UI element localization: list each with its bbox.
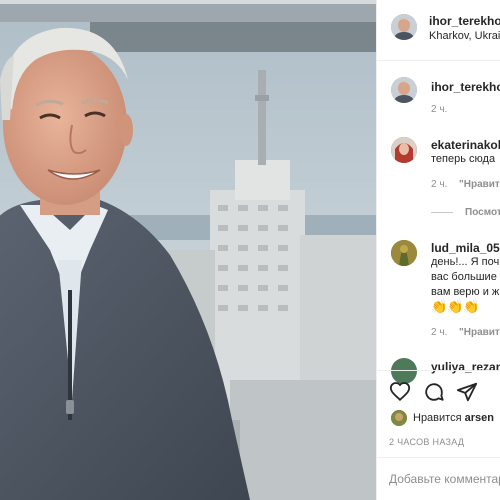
view-replies-line bbox=[431, 212, 453, 213]
comment-time[interactable]: 2 ч. bbox=[431, 327, 447, 338]
post-date[interactable]: 2 ЧАСОВ НАЗАД bbox=[389, 437, 464, 447]
caption-author-avatar[interactable] bbox=[391, 77, 417, 103]
author-avatar[interactable] bbox=[391, 14, 417, 40]
avatar-image bbox=[391, 240, 417, 266]
likes-label: Нравится bbox=[413, 412, 462, 424]
speech-bubble-icon[interactable] bbox=[423, 381, 445, 403]
comment-text: теперь сюда bbox=[431, 153, 496, 165]
post-location[interactable]: Kharkov, Ukraine bbox=[429, 30, 500, 42]
comment-avatar[interactable] bbox=[391, 137, 417, 163]
comment-text-line: вас большие bbox=[431, 271, 497, 283]
comment-like-link[interactable]: "Нравит bbox=[459, 179, 500, 190]
photo-image bbox=[0, 0, 376, 500]
comment-text-line: день!... Я поч bbox=[431, 256, 500, 268]
comment-time[interactable]: 2 ч. bbox=[431, 179, 447, 190]
comment-like-label: "Нравит bbox=[459, 327, 500, 338]
comment-text-line: вам верю и ж bbox=[431, 286, 500, 298]
comment-form bbox=[377, 457, 500, 500]
caption-author-username[interactable]: ihor_terekhov bbox=[431, 80, 500, 94]
comment-avatar[interactable] bbox=[391, 240, 417, 266]
comment-like-link[interactable]: "Нравит bbox=[459, 327, 500, 338]
comment-input[interactable] bbox=[389, 472, 500, 486]
view-replies-label: Посмот bbox=[465, 207, 500, 218]
heart-icon[interactable] bbox=[389, 381, 411, 403]
post-header: ihor_terekhov Kharkov, Ukraine bbox=[377, 0, 500, 61]
author-username[interactable]: ihor_terekhov bbox=[429, 14, 500, 28]
liker-avatar[interactable] bbox=[391, 410, 407, 426]
comment-emoji: 👏👏👏 bbox=[431, 299, 480, 314]
paper-plane-icon[interactable] bbox=[456, 381, 478, 403]
avatar-image bbox=[391, 410, 407, 426]
avatar-image bbox=[391, 137, 417, 163]
likes-summary: Нравится arsen bbox=[413, 412, 494, 424]
post-sidebar: ihor_terekhov Kharkov, Ukraine ihor_tere… bbox=[376, 0, 500, 500]
comment-like-label: "Нравит bbox=[459, 179, 500, 190]
caption-time[interactable]: 2 ч. bbox=[431, 104, 447, 115]
avatar-image bbox=[391, 77, 417, 103]
avatar-image bbox=[391, 14, 417, 40]
view-replies-link[interactable]: Посмот bbox=[465, 207, 500, 218]
post-photo[interactable] bbox=[0, 0, 376, 500]
comment-username[interactable]: lud_mila_057 bbox=[431, 241, 500, 255]
comment-username[interactable]: ekaterinakol bbox=[431, 138, 500, 152]
likes-user[interactable]: arsen bbox=[465, 412, 494, 424]
